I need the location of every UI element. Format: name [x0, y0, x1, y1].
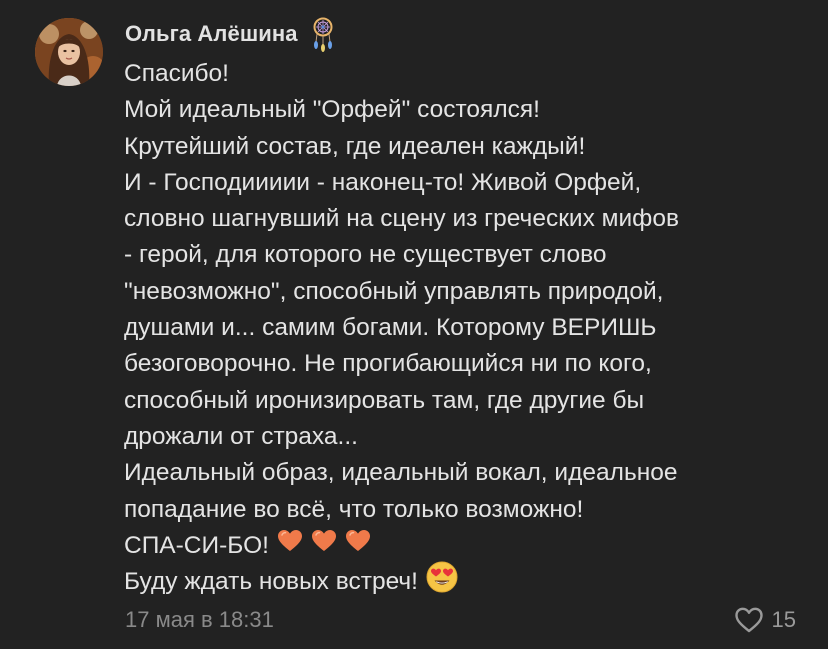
- comment-line: Спасибо!: [124, 60, 229, 87]
- heart-eyes-face-icon: [426, 561, 458, 604]
- avatar[interactable]: [35, 18, 103, 86]
- orange-heart-icon: [345, 528, 371, 564]
- comment-line: душами и... самим богами. Которому ВЕРИШ…: [124, 314, 657, 342]
- author-row: Ольга Алёшина: [125, 14, 338, 54]
- comment-line: безоговорочно. Не прогибающийся ни по ко…: [124, 350, 652, 378]
- comment-line: Идеальный образ, идеальный вокал, идеаль…: [124, 459, 678, 487]
- comment-line: Мой идеальный "Орфей" состоялся!: [124, 96, 540, 124]
- comment-line: Крутейший состав, где идеален каждый!: [124, 132, 586, 160]
- comment-line: И - Господиииии - наконец-то! Живой Орфе…: [124, 168, 642, 196]
- comment-line: - герой, для которого не существует слов…: [124, 241, 607, 269]
- comment-line: СПА-СИ-БО!: [124, 528, 814, 564]
- comment-line: способный иронизировать там, где другие …: [124, 386, 645, 414]
- like-count: 15: [771, 607, 796, 632]
- orange-heart-icon: [311, 528, 337, 564]
- orange-heart-icon: [277, 528, 303, 564]
- like-button[interactable]: 15: [734, 604, 796, 636]
- comment: Ольга Алёшина Спасибо! Мой идеальный "Ор…: [0, 0, 828, 649]
- comment-line: "невозможно", способный управлять природ…: [124, 277, 664, 305]
- comment-line: словно шагнувший на сцену из греческих м…: [124, 205, 679, 233]
- comment-line: попадание во всё, что только возможно!: [124, 495, 584, 523]
- avatar-photo: [35, 18, 103, 86]
- comment-timestamp[interactable]: 17 мая в 18:31: [125, 604, 274, 636]
- heart-outline-icon: [734, 606, 764, 634]
- comment-line: Буду ждать новых встреч!: [124, 561, 814, 600]
- comment-body: Спасибо! Мой идеальный "Орфей" состоялся…: [124, 56, 814, 600]
- author-name[interactable]: Ольга Алёшина: [125, 21, 298, 47]
- comment-line: дрожали от страха...: [124, 422, 358, 450]
- dreamcatcher-icon: [308, 16, 338, 52]
